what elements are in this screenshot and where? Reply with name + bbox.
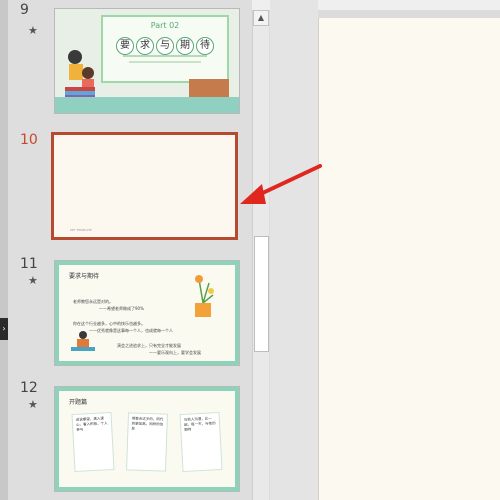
slide-11-line: 你在这个行业越多，心中的快乐也越多。 xyxy=(73,321,145,326)
slide-10-footer: PPT TEMPLATE xyxy=(70,228,92,232)
slide-12-heading: 开题篇 xyxy=(69,399,88,406)
slide-9-subline xyxy=(123,55,207,57)
left-edge: › xyxy=(0,0,8,500)
slide-9-title: 要求与期待 xyxy=(103,33,227,55)
slide-thumbnail-12[interactable]: 开题篇 说说期望，满入课心，看入积极，个人参与 用整合达多的，同代的更加高，同样… xyxy=(54,386,240,492)
powerpoint-window: › 9 ★ Part 02 要求与期待 10 PPT TEMPLATE 11 ★… xyxy=(0,0,500,500)
note-card: 说说期望，满入课心，看入积极，个人参与 xyxy=(71,411,115,473)
slide-thumbnail-panel: 9 ★ Part 02 要求与期待 10 PPT TEMPLATE 11 ★ 要… xyxy=(8,0,252,500)
animation-star-icon: ★ xyxy=(28,274,38,287)
slide-11-line: ——优秀就像是这事每一个人，也成就每一个人 xyxy=(89,328,173,333)
slide-thumbnail-11[interactable]: 要求与期待 老师教您永远是对的。 ——希望老师做成了90% 你在这个行业越多，心… xyxy=(54,260,240,366)
title-char: 求 xyxy=(136,37,154,55)
slide-9-subline xyxy=(129,61,201,63)
slide-9-part-label: Part 02 xyxy=(150,21,180,30)
slide-editing-canvas[interactable] xyxy=(318,18,500,500)
slide-11-heading: 要求与期待 xyxy=(69,273,100,280)
slide-number: 12 xyxy=(20,380,38,396)
workspace-gap xyxy=(270,0,318,500)
slide-12-bg: 开题篇 说说期望，满入课心，看入积极，个人参与 用整合达多的，同代的更加高，同样… xyxy=(55,387,239,491)
slide-9-floor xyxy=(55,97,239,113)
slide-thumbnail-10-selected[interactable]: PPT TEMPLATE xyxy=(51,132,238,240)
animation-star-icon: ★ xyxy=(28,24,38,37)
slide-11-line: 老师教您永远是对的。 xyxy=(73,299,113,304)
slide-number: 9 xyxy=(20,2,29,18)
plant-illustration xyxy=(195,275,214,317)
title-char: 要 xyxy=(116,37,134,55)
note-card: 用整合达多的，同代的更加高，同样的信息 xyxy=(126,412,168,472)
title-char: 期 xyxy=(176,37,194,55)
title-char: 与 xyxy=(156,37,174,55)
animation-star-icon: ★ xyxy=(28,398,38,411)
slide-11-line: 演会之进追求上，只有完全才能发展 xyxy=(117,343,181,348)
slide-9-board: Part 02 要求与期待 xyxy=(101,15,229,83)
panel-toggle-icon[interactable]: › xyxy=(0,318,8,340)
scroll-up-arrow-icon[interactable]: ▲ xyxy=(253,10,269,26)
students-illustration xyxy=(65,50,95,99)
slide-number: 10 xyxy=(20,132,38,148)
slide-11-line: ——希望老师做成了90% xyxy=(99,306,144,311)
slide-11-line: ——要乐观向上，要学会发展 xyxy=(149,350,201,355)
slide-number: 11 xyxy=(20,256,38,272)
reading-person-illustration xyxy=(71,331,95,351)
desk-illustration xyxy=(189,79,229,97)
thumbnail-scrollbar[interactable]: ▲ xyxy=(252,10,269,500)
slide-thumbnail-9[interactable]: Part 02 要求与期待 xyxy=(54,8,240,114)
note-card: 与他人沟通，比一起，每一天，与他的期待 xyxy=(179,411,223,473)
slide-11-bg: 要求与期待 老师教您永远是对的。 ——希望老师做成了90% 你在这个行业越多，心… xyxy=(55,261,239,365)
title-char: 待 xyxy=(196,37,214,55)
slide-9-bg: Part 02 要求与期待 xyxy=(55,9,239,113)
scrollbar-thumb[interactable] xyxy=(254,236,269,352)
